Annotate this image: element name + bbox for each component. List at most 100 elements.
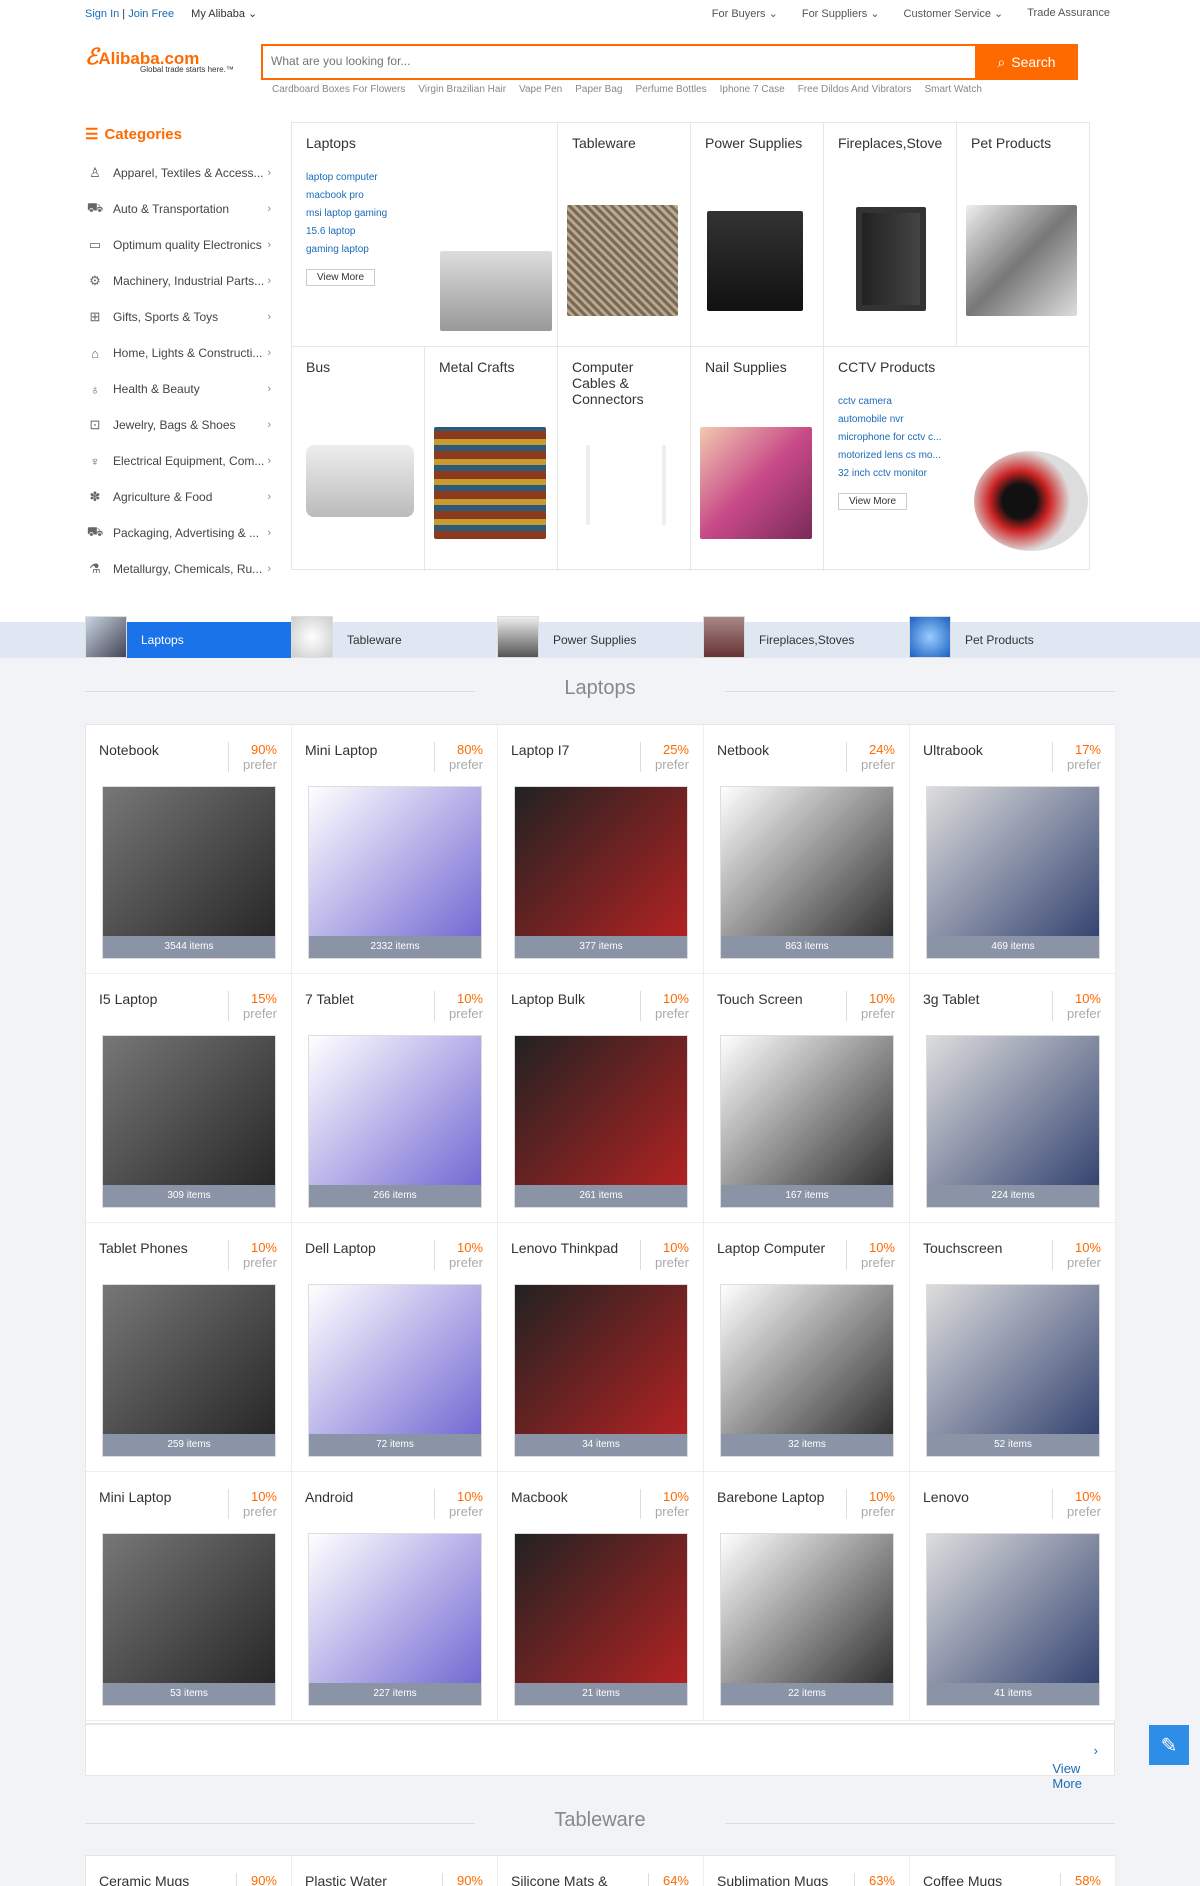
category-item[interactable]: ⌂ Home, Lights & Constructi... › <box>85 335 275 371</box>
product-image[interactable]: 22 items <box>720 1533 894 1706</box>
hot-search-link[interactable]: Vape Pen <box>519 84 562 95</box>
product-card[interactable]: Tablet Phones 10% prefer 259 items <box>86 1223 292 1472</box>
product-card[interactable]: Ultrabook 17% prefer 469 items <box>910 725 1116 974</box>
product-card[interactable]: Laptop I7 25% prefer 377 items <box>498 725 704 974</box>
product-image[interactable]: 21 items <box>514 1533 688 1706</box>
product-image[interactable]: 259 items <box>102 1284 276 1457</box>
product-image[interactable]: 167 items <box>720 1035 894 1208</box>
product-card[interactable]: Netbook 24% prefer 863 items <box>704 725 910 974</box>
tab-power-supplies[interactable]: Power Supplies <box>497 616 703 658</box>
product-card[interactable]: Macbook 10% prefer 21 items <box>498 1472 704 1721</box>
product-card[interactable]: I5 Laptop 15% prefer 309 items <box>86 974 292 1223</box>
tab-laptops[interactable]: Laptops <box>85 616 291 658</box>
featured-link[interactable]: microphone for cctv c... <box>838 429 1076 447</box>
hot-search-link[interactable]: Perfume Bottles <box>635 84 706 95</box>
featured-laptops[interactable]: Laptops laptop computer macbook pro msi … <box>292 123 558 347</box>
product-card[interactable]: Laptop Computer 10% prefer 32 items <box>704 1223 910 1472</box>
view-more-link[interactable]: View More › <box>1052 1743 1098 1791</box>
category-item[interactable]: ♁ Health & Beauty › <box>85 371 275 407</box>
product-image[interactable]: 309 items <box>102 1035 276 1208</box>
join-free-link[interactable]: Join Free <box>128 8 174 20</box>
product-card[interactable]: Silicone Mats & 64% <box>498 1856 704 1886</box>
category-item[interactable]: ⚙ Machinery, Industrial Parts... › <box>85 263 275 299</box>
hot-search-link[interactable]: Virgin Brazilian Hair <box>418 84 506 95</box>
product-image[interactable]: 53 items <box>102 1533 276 1706</box>
hot-search-link[interactable]: Iphone 7 Case <box>720 84 785 95</box>
hot-search-link[interactable]: Cardboard Boxes For Flowers <box>272 84 405 95</box>
product-image[interactable]: 72 items <box>308 1284 482 1457</box>
featured-link[interactable]: 15.6 laptop <box>306 223 543 241</box>
product-image[interactable]: 41 items <box>926 1533 1100 1706</box>
product-image[interactable]: 2332 items <box>308 786 482 959</box>
hot-search-link[interactable]: Free Dildos And Vibrators <box>798 84 912 95</box>
category-item[interactable]: ⛟ Auto & Transportation › <box>85 191 275 227</box>
featured-cctv[interactable]: CCTV Products cctv camera automobile nvr… <box>824 347 1090 571</box>
view-more-button[interactable]: View More <box>838 493 908 510</box>
featured-power-supplies[interactable]: Power Supplies <box>691 123 824 347</box>
tab-fireplaces[interactable]: Fireplaces,Stoves <box>703 616 909 658</box>
product-card[interactable]: 7 Tablet 10% prefer 266 items <box>292 974 498 1223</box>
product-image[interactable]: 32 items <box>720 1284 894 1457</box>
featured-metal-crafts[interactable]: Metal Crafts <box>425 347 558 571</box>
product-card[interactable]: Sublimation Mugs 63% <box>704 1856 910 1886</box>
product-image[interactable]: 52 items <box>926 1284 1100 1457</box>
product-card[interactable]: Dell Laptop 10% prefer 72 items <box>292 1223 498 1472</box>
product-image[interactable]: 3544 items <box>102 786 276 959</box>
category-item[interactable]: ♙ Apparel, Textiles & Access... › <box>85 155 275 191</box>
category-item[interactable]: ⊞ Gifts, Sports & Toys › <box>85 299 275 335</box>
featured-pet-products[interactable]: Pet Products <box>957 123 1090 347</box>
product-image[interactable]: 377 items <box>514 786 688 959</box>
product-card[interactable]: Barebone Laptop 10% prefer 22 items <box>704 1472 910 1721</box>
product-card[interactable]: Laptop Bulk 10% prefer 261 items <box>498 974 704 1223</box>
sign-in-link[interactable]: Sign In <box>85 8 119 20</box>
trade-assurance-link[interactable]: Trade Assurance <box>1027 7 1110 20</box>
hot-search-link[interactable]: Smart Watch <box>924 84 981 95</box>
product-card[interactable]: Plastic Water 90% <box>292 1856 498 1886</box>
product-card[interactable]: Android 10% prefer 227 items <box>292 1472 498 1721</box>
product-card[interactable]: Touch Screen 10% prefer 167 items <box>704 974 910 1223</box>
my-alibaba-menu[interactable]: My Alibaba ⌄ <box>191 8 257 20</box>
product-image[interactable]: 224 items <box>926 1035 1100 1208</box>
product-image[interactable]: 863 items <box>720 786 894 959</box>
alibaba-logo[interactable]: ℰAlibaba.com Global trade starts here.™ <box>85 44 255 78</box>
featured-cables[interactable]: Computer Cables & Connectors <box>558 347 691 571</box>
for-buyers-menu[interactable]: For Buyers ⌄ <box>712 7 778 20</box>
product-image[interactable]: 469 items <box>926 786 1100 959</box>
featured-link[interactable]: laptop computer <box>306 169 543 187</box>
product-card[interactable]: Mini Laptop 80% prefer 2332 items <box>292 725 498 974</box>
product-card[interactable]: Touchscreen 10% prefer 52 items <box>910 1223 1116 1472</box>
category-item[interactable]: ⊡ Jewelry, Bags & Shoes › <box>85 407 275 443</box>
featured-link[interactable]: automobile nvr <box>838 411 1076 429</box>
search-input[interactable] <box>271 54 921 68</box>
for-suppliers-menu[interactable]: For Suppliers ⌄ <box>802 7 880 20</box>
product-card[interactable]: Ceramic Mugs 90% <box>86 1856 292 1886</box>
featured-link[interactable]: macbook pro <box>306 187 543 205</box>
featured-fireplaces[interactable]: Fireplaces,Stoves <box>824 123 957 347</box>
tab-pet-products[interactable]: Pet Products <box>909 616 1115 658</box>
product-image[interactable]: 261 items <box>514 1035 688 1208</box>
featured-nail-supplies[interactable]: Nail Supplies <box>691 347 824 571</box>
product-card[interactable]: Notebook 90% prefer 3544 items <box>86 725 292 974</box>
featured-link[interactable]: msi laptop gaming <box>306 205 543 223</box>
featured-link[interactable]: cctv camera <box>838 393 1076 411</box>
category-item[interactable]: ♆ Electrical Equipment, Com... › <box>85 443 275 479</box>
featured-bus[interactable]: Bus <box>292 347 425 571</box>
search-button[interactable]: ⌕ Search <box>975 44 1078 80</box>
product-card[interactable]: Coffee Mugs 58% <box>910 1856 1116 1886</box>
view-more-button[interactable]: View More <box>306 269 376 286</box>
product-image[interactable]: 266 items <box>308 1035 482 1208</box>
product-image[interactable]: 34 items <box>514 1284 688 1457</box>
product-card[interactable]: Mini Laptop 10% prefer 53 items <box>86 1472 292 1721</box>
tab-tableware[interactable]: Tableware <box>291 616 497 658</box>
product-card[interactable]: Lenovo Thinkpad 10% prefer 34 items <box>498 1223 704 1472</box>
category-item[interactable]: ⛟ Packaging, Advertising & ... › <box>85 515 275 551</box>
product-card[interactable]: 3g Tablet 10% prefer 224 items <box>910 974 1116 1223</box>
product-card[interactable]: Lenovo 10% prefer 41 items <box>910 1472 1116 1721</box>
category-item[interactable]: ⚗ Metallurgy, Chemicals, Ru... › <box>85 551 275 587</box>
customer-service-menu[interactable]: Customer Service ⌄ <box>904 7 1004 20</box>
feedback-icon[interactable]: ✎ <box>1149 1725 1189 1765</box>
category-item[interactable]: ✽ Agriculture & Food › <box>85 479 275 515</box>
featured-tableware[interactable]: Tableware <box>558 123 691 347</box>
category-item[interactable]: ▭ Optimum quality Electronics › <box>85 227 275 263</box>
hot-search-link[interactable]: Paper Bag <box>575 84 622 95</box>
